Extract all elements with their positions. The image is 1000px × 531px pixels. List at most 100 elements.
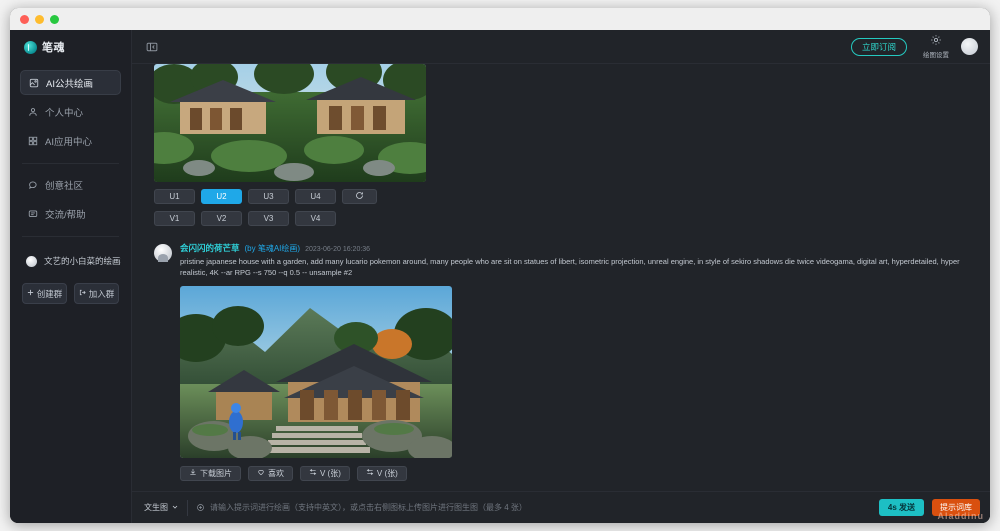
generated-image-grid[interactable] — [154, 64, 426, 182]
sidebar-item-label: AI公共绘画 — [46, 78, 93, 90]
enter-icon — [79, 289, 86, 299]
avatar[interactable] — [154, 244, 172, 262]
sidebar-item-label: 交流/帮助 — [45, 209, 86, 221]
brand: 笔魂 — [20, 30, 121, 64]
sidebar-item-help[interactable]: 交流/帮助 — [20, 201, 121, 226]
collapse-sidebar-icon[interactable] — [144, 40, 160, 54]
button-label: U3 — [263, 192, 274, 201]
topbar: 立即订阅 绘图设置 — [132, 30, 990, 64]
download-image-button[interactable]: 下载图片 — [180, 465, 241, 481]
post-actions: 下载图片 喜欢 V (张) V (张) — [180, 465, 978, 481]
post-username[interactable]: 会闪闪的荷芒草 — [180, 242, 240, 254]
prompt-input[interactable] — [210, 503, 871, 512]
group-action-buttons: 创建群 加入群 — [20, 283, 121, 304]
sidebar-group-item[interactable]: 文艺的小白菜的绘画群 — [20, 249, 121, 273]
composer-input-area[interactable] — [196, 499, 871, 517]
generated-image[interactable] — [180, 285, 978, 458]
variation-button-v4[interactable]: V4 — [295, 211, 336, 226]
button-label: U1 — [169, 192, 180, 201]
topbar-left — [144, 40, 160, 54]
palette-icon — [29, 78, 39, 88]
sidebar-item-creative-community[interactable]: 创意社区 — [20, 172, 121, 197]
drawing-settings-button[interactable]: 绘图设置 — [923, 34, 949, 59]
button-label: V2 — [216, 214, 227, 223]
subscribe-label: 立即订阅 — [861, 41, 896, 52]
gear-icon — [930, 34, 942, 48]
subscribe-button[interactable]: 立即订阅 — [850, 37, 907, 56]
feed-post: 会闪闪的荷芒草 (by 笔魂AI绘画) 2023-06-20 16:20:36 … — [154, 242, 978, 481]
post-header: 会闪闪的荷芒草 (by 笔魂AI绘画) 2023-06-20 16:20:36 — [180, 242, 978, 254]
plus-icon — [27, 289, 34, 299]
generation-mode-label: 文生图 — [144, 503, 168, 512]
sidebar-divider — [22, 163, 119, 164]
upscale-button-u3[interactable]: U3 — [248, 189, 289, 204]
variation-button-row: V1 V2 V3 V4 — [154, 211, 978, 226]
settings-label: 绘图设置 — [923, 52, 949, 59]
user-avatar-icon[interactable] — [961, 38, 978, 55]
pen-circle-icon — [24, 40, 37, 54]
join-group-label: 加入群 — [88, 288, 115, 299]
sidebar-item-label: AI应用中心 — [45, 136, 92, 148]
send-label: 4s 发送 — [887, 503, 915, 512]
sidebar: 笔魂 AI公共绘画 个人中心 AI应用中心 创意社区 交流/帮助 文艺的小白菜的… — [10, 30, 132, 523]
refresh-icon — [355, 191, 364, 202]
post-timestamp: 2023-06-20 16:20:36 — [305, 246, 371, 253]
variation-button-v2[interactable]: V2 — [201, 211, 242, 226]
heart-icon — [257, 468, 265, 478]
help-chat-icon — [28, 209, 38, 219]
generation-mode-selector[interactable]: 文生图 — [144, 499, 188, 516]
create-group-label: 创建群 — [36, 288, 63, 299]
sidebar-item-ai-app-center[interactable]: AI应用中心 — [20, 128, 121, 153]
zoom-button[interactable] — [50, 14, 59, 24]
app-window: 笔魂 AI公共绘画 个人中心 AI应用中心 创意社区 交流/帮助 文艺的小白菜的… — [10, 8, 990, 523]
variation-icon — [366, 468, 374, 478]
prompt-library-button[interactable]: 提示词库 — [932, 499, 980, 516]
variation-action-button-2[interactable]: V (张) — [356, 465, 407, 481]
button-label: 下载图片 — [200, 468, 232, 478]
sidebar-item-ai-public-drawing[interactable]: AI公共绘画 — [20, 70, 121, 95]
sidebar-nav: AI公共绘画 个人中心 AI应用中心 创意社区 交流/帮助 文艺的小白菜的绘画群… — [20, 70, 121, 304]
upscale-button-row: U1 U2 U3 U4 — [154, 189, 978, 204]
user-icon — [28, 107, 38, 117]
post-source-label: (by 笔魂AI绘画) — [244, 244, 301, 253]
close-button[interactable] — [20, 14, 29, 24]
send-button[interactable]: 4s 发送 — [878, 499, 924, 516]
minimize-button[interactable] — [35, 14, 44, 24]
variation-button-v3[interactable]: V3 — [248, 211, 289, 226]
variation-button-v1[interactable]: V1 — [154, 211, 195, 226]
grid-apps-icon — [28, 136, 38, 146]
chevron-down-icon — [171, 503, 179, 513]
prompt-library-label: 提示词库 — [940, 503, 972, 512]
variation-icon — [309, 468, 317, 478]
like-button[interactable]: 喜欢 — [248, 465, 293, 481]
brand-name: 笔魂 — [42, 42, 65, 54]
sidebar-divider-2 — [22, 236, 119, 237]
feed-post-top: U1 U2 U3 U4 V1 V2 V3 V4 — [154, 64, 978, 226]
sparkle-icon — [196, 499, 205, 517]
upscale-button-u1[interactable]: U1 — [154, 189, 195, 204]
join-group-button[interactable]: 加入群 — [74, 283, 119, 304]
upscale-button-u4[interactable]: U4 — [295, 189, 336, 204]
variation-action-button-1[interactable]: V (张) — [300, 465, 350, 481]
button-label: V1 — [169, 214, 180, 223]
reroll-button[interactable] — [342, 189, 377, 204]
sidebar-item-label: 创意社区 — [45, 180, 84, 192]
button-label: U2 — [216, 192, 227, 201]
button-label: V3 — [263, 214, 274, 223]
create-group-button[interactable]: 创建群 — [22, 283, 67, 304]
sidebar-item-personal-center[interactable]: 个人中心 — [20, 99, 121, 124]
button-label: V (张) — [376, 468, 398, 478]
download-icon — [189, 468, 197, 478]
upscale-button-u2[interactable]: U2 — [201, 189, 242, 204]
feed[interactable]: U1 U2 U3 U4 V1 V2 V3 V4 会闪闪的荷芒草 (by 笔魂AI… — [132, 64, 990, 491]
post-prompt: pristine japanese house with a garden, a… — [180, 257, 960, 277]
composer-bar: 文生图 4s 发送 提示词库 — [132, 491, 990, 523]
post-body: 会闪闪的荷芒草 (by 笔魂AI绘画) 2023-06-20 16:20:36 … — [180, 242, 978, 481]
community-icon — [28, 180, 38, 190]
button-label: V4 — [310, 214, 321, 223]
button-label: V (张) — [320, 468, 341, 478]
main-area: 立即订阅 绘图设置 U1 U2 U3 U4 V1 V2 V3 V4 会闪闪的荷芒… — [132, 30, 990, 523]
button-label: 喜欢 — [268, 468, 284, 478]
sidebar-item-label: 个人中心 — [45, 107, 84, 119]
sidebar-group-label: 文艺的小白菜的绘画群 — [44, 256, 121, 266]
